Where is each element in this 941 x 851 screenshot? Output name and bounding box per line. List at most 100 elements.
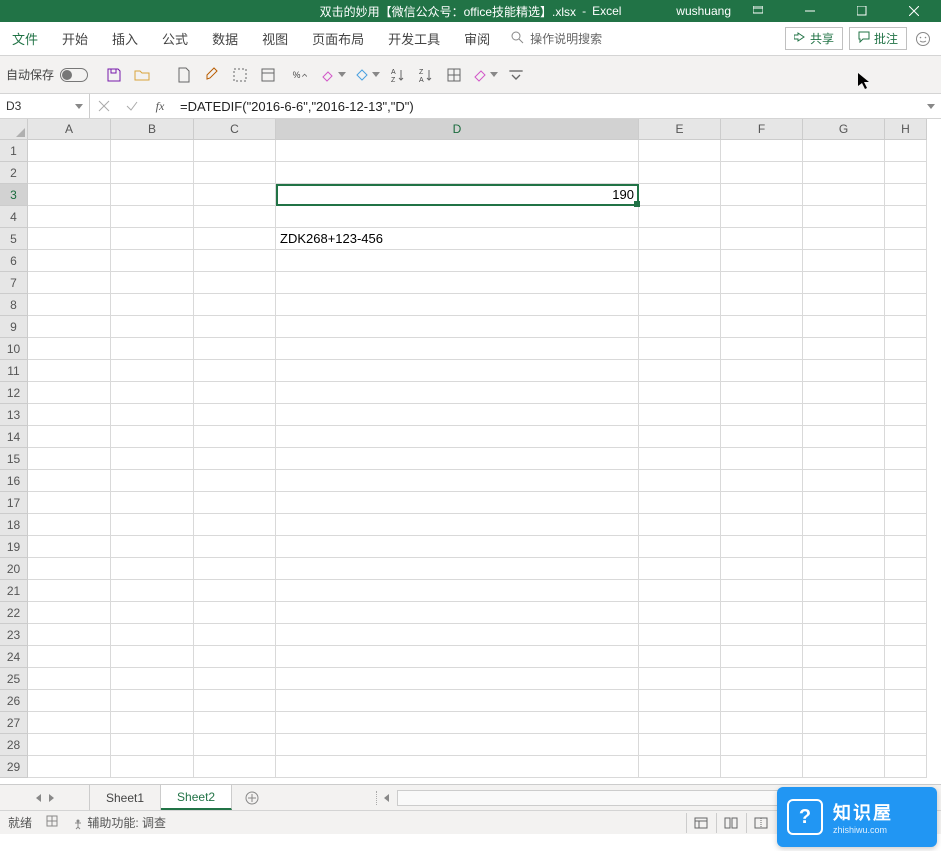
cell-C14[interactable] <box>194 426 276 448</box>
cell-G26[interactable] <box>803 690 885 712</box>
cell-H23[interactable] <box>885 624 927 646</box>
cell-D14[interactable] <box>276 426 639 448</box>
status-accessibility[interactable]: 辅助功能: 调查 <box>72 814 166 831</box>
cell-C19[interactable] <box>194 536 276 558</box>
percent-style-icon[interactable]: % <box>284 63 314 87</box>
cell-D12[interactable] <box>276 382 639 404</box>
row-header-13[interactable]: 13 <box>0 404 28 426</box>
row-header-29[interactable]: 29 <box>0 756 28 778</box>
cell-C17[interactable] <box>194 492 276 514</box>
cell-G17[interactable] <box>803 492 885 514</box>
cell-C28[interactable] <box>194 734 276 756</box>
cell-F5[interactable] <box>721 228 803 250</box>
cell-G6[interactable] <box>803 250 885 272</box>
tell-me-search[interactable]: 操作说明搜索 <box>510 30 602 47</box>
cell-B29[interactable] <box>111 756 194 778</box>
cell-E24[interactable] <box>639 646 721 668</box>
row-header-22[interactable]: 22 <box>0 602 28 624</box>
autosave-toggle[interactable] <box>60 68 88 82</box>
cell-A10[interactable] <box>28 338 111 360</box>
cell-E27[interactable] <box>639 712 721 734</box>
cell-A25[interactable] <box>28 668 111 690</box>
cell-G1[interactable] <box>803 140 885 162</box>
cell-H4[interactable] <box>885 206 927 228</box>
name-box[interactable]: D3 <box>0 94 90 118</box>
row-header-14[interactable]: 14 <box>0 426 28 448</box>
cell-G13[interactable] <box>803 404 885 426</box>
cell-F21[interactable] <box>721 580 803 602</box>
cell-A11[interactable] <box>28 360 111 382</box>
formula-input[interactable]: =DATEDIF("2016-6-6","2016-12-13","D") <box>174 94 921 118</box>
insert-function-icon[interactable]: fx <box>146 99 174 114</box>
cell-G19[interactable] <box>803 536 885 558</box>
sheet-nav[interactable] <box>0 785 90 810</box>
cell-E21[interactable] <box>639 580 721 602</box>
cell-G8[interactable] <box>803 294 885 316</box>
minimize-button[interactable] <box>793 0 827 22</box>
row-header-17[interactable]: 17 <box>0 492 28 514</box>
cell-E14[interactable] <box>639 426 721 448</box>
cell-B11[interactable] <box>111 360 194 382</box>
cell-B12[interactable] <box>111 382 194 404</box>
view-page-layout-icon[interactable] <box>716 813 744 833</box>
cell-E3[interactable] <box>639 184 721 206</box>
cell-C26[interactable] <box>194 690 276 712</box>
cell-C21[interactable] <box>194 580 276 602</box>
row-header-1[interactable]: 1 <box>0 140 28 162</box>
cell-A21[interactable] <box>28 580 111 602</box>
cell-B2[interactable] <box>111 162 194 184</box>
cell-H21[interactable] <box>885 580 927 602</box>
cell-C24[interactable] <box>194 646 276 668</box>
view-page-break-icon[interactable] <box>746 813 774 833</box>
cell-A28[interactable] <box>28 734 111 756</box>
cell-A9[interactable] <box>28 316 111 338</box>
cell-G20[interactable] <box>803 558 885 580</box>
cell-D3[interactable]: 190 <box>276 184 639 206</box>
cell-D8[interactable] <box>276 294 639 316</box>
cell-D29[interactable] <box>276 756 639 778</box>
cell-B25[interactable] <box>111 668 194 690</box>
freeze-panes-icon[interactable] <box>256 63 280 87</box>
cell-H9[interactable] <box>885 316 927 338</box>
row-header-8[interactable]: 8 <box>0 294 28 316</box>
cell-B27[interactable] <box>111 712 194 734</box>
cell-F13[interactable] <box>721 404 803 426</box>
cell-H14[interactable] <box>885 426 927 448</box>
save-icon[interactable] <box>102 63 126 87</box>
cell-A23[interactable] <box>28 624 111 646</box>
cell-D25[interactable] <box>276 668 639 690</box>
cell-F16[interactable] <box>721 470 803 492</box>
cell-E7[interactable] <box>639 272 721 294</box>
cell-A29[interactable] <box>28 756 111 778</box>
cell-F8[interactable] <box>721 294 803 316</box>
col-header-F[interactable]: F <box>721 119 803 140</box>
col-header-E[interactable]: E <box>639 119 721 140</box>
cell-F11[interactable] <box>721 360 803 382</box>
name-box-dropdown-icon[interactable] <box>75 104 83 109</box>
select-objects-icon[interactable] <box>228 63 252 87</box>
cell-F14[interactable] <box>721 426 803 448</box>
cell-E16[interactable] <box>639 470 721 492</box>
cell-B14[interactable] <box>111 426 194 448</box>
cell-E2[interactable] <box>639 162 721 184</box>
comment-button[interactable]: 批注 <box>849 27 907 50</box>
cell-G12[interactable] <box>803 382 885 404</box>
cell-E12[interactable] <box>639 382 721 404</box>
cell-D13[interactable] <box>276 404 639 426</box>
cell-F2[interactable] <box>721 162 803 184</box>
cell-A24[interactable] <box>28 646 111 668</box>
tab-developer[interactable]: 开发工具 <box>376 22 452 55</box>
cell-F26[interactable] <box>721 690 803 712</box>
cell-G27[interactable] <box>803 712 885 734</box>
row-header-21[interactable]: 21 <box>0 580 28 602</box>
cell-E11[interactable] <box>639 360 721 382</box>
col-header-H[interactable]: H <box>885 119 927 140</box>
cell-D2[interactable] <box>276 162 639 184</box>
row-header-24[interactable]: 24 <box>0 646 28 668</box>
cell-A5[interactable] <box>28 228 111 250</box>
cell-B13[interactable] <box>111 404 194 426</box>
cell-C2[interactable] <box>194 162 276 184</box>
cell-F17[interactable] <box>721 492 803 514</box>
cell-B28[interactable] <box>111 734 194 756</box>
cell-C10[interactable] <box>194 338 276 360</box>
